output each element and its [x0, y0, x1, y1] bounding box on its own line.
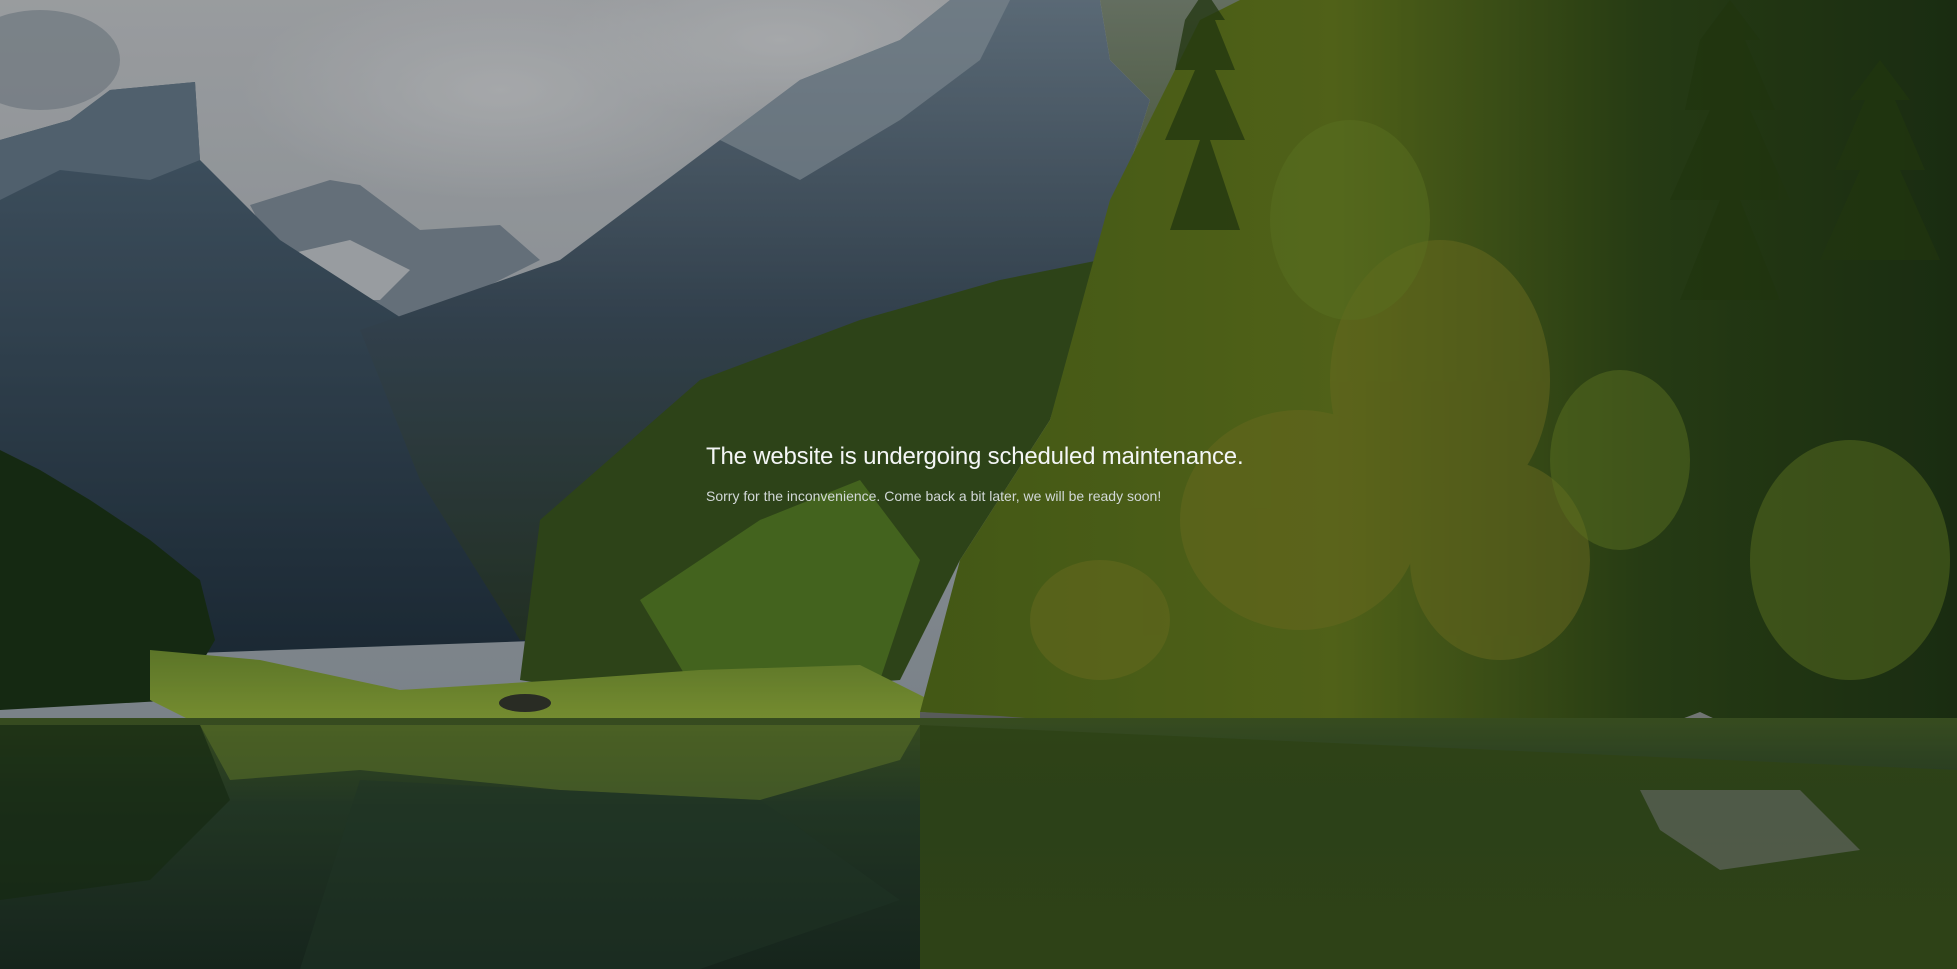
maintenance-message: The website is undergoing scheduled main… — [706, 440, 1406, 506]
maintenance-headline: The website is undergoing scheduled main… — [706, 443, 1244, 470]
maintenance-subtext: Sorry for the inconvenience. Come back a… — [706, 488, 1162, 504]
maintenance-page: The website is undergoing scheduled main… — [0, 0, 1957, 969]
